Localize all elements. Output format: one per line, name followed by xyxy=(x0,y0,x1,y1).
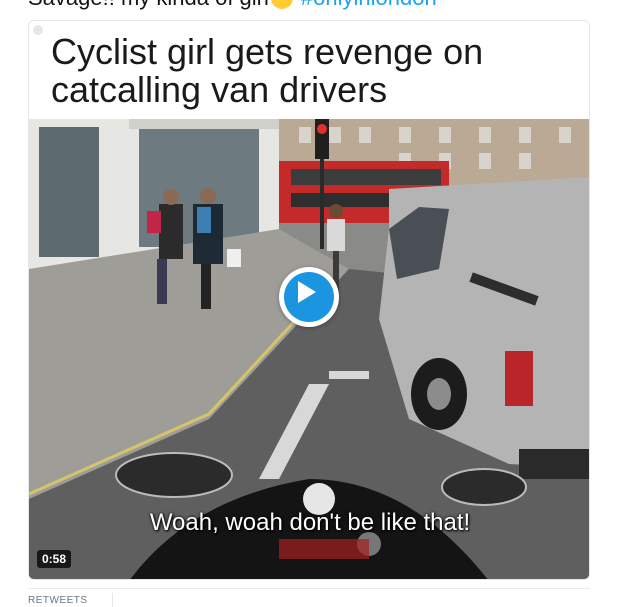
play-button[interactable] xyxy=(279,267,339,327)
video-player[interactable]: Woah, woah don't be like that! 0:58 xyxy=(29,119,589,579)
media-card[interactable]: Cyclist girl gets revenge on catcalling … xyxy=(28,20,590,580)
stats-divider xyxy=(112,593,113,607)
video-duration-badge: 0:58 xyxy=(37,550,72,568)
video-subtitle: Woah, woah don't be like that! xyxy=(149,509,471,536)
hashtag-link[interactable]: #onlyinlondon xyxy=(301,0,437,10)
play-icon xyxy=(298,281,316,303)
tweet-stats-bar: RETWEETS xyxy=(28,588,590,607)
tweet-body: Savage!! my kinda of girl xyxy=(28,0,269,10)
retweets-label[interactable]: RETWEETS xyxy=(28,595,88,606)
tweet-text: Savage!! my kinda of girl #onlyinlondon xyxy=(28,0,437,10)
card-corner-marker xyxy=(33,25,43,35)
video-headline: Cyclist girl gets revenge on catcalling … xyxy=(51,31,484,110)
ok-hand-icon xyxy=(270,0,293,9)
